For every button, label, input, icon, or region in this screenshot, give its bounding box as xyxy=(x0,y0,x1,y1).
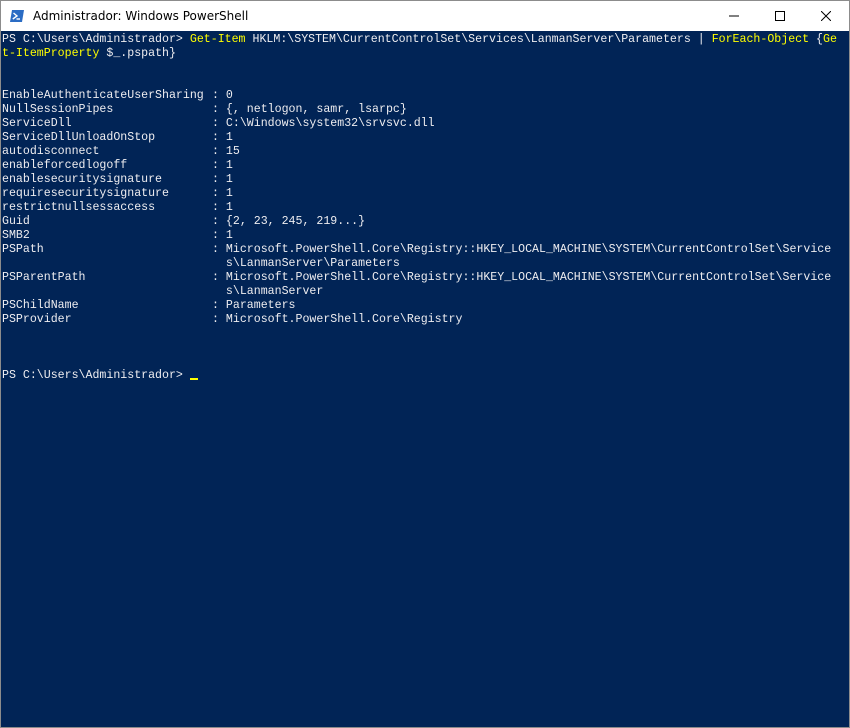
property-value: Parameters xyxy=(225,299,296,312)
output-row: PSProvider: Microsoft.PowerShell.Core\Re… xyxy=(2,313,462,327)
maximize-button[interactable] xyxy=(757,1,803,31)
separator: : xyxy=(212,173,226,186)
property-name: ServiceDll xyxy=(2,117,72,130)
separator: : xyxy=(212,145,226,158)
title-bar[interactable]: Administrador: Windows PowerShell xyxy=(1,1,849,31)
property-name: restrictnullsessaccess xyxy=(2,201,156,214)
brace-open: { xyxy=(809,33,824,46)
command-argument: HKLM:\SYSTEM\CurrentControlSet\Services\… xyxy=(245,33,712,46)
property-name: NullSessionPipes xyxy=(2,103,114,116)
property-value: {, netlogon, samr, lsarpc} xyxy=(225,103,407,116)
property-value-wrap: s\LanmanServer\Parameters xyxy=(225,257,400,270)
property-value: Microsoft.PowerShell.Core\Registry::HKEY… xyxy=(225,243,832,256)
output-row: PSParentPath: Microsoft.PowerShell.Core\… xyxy=(2,271,831,285)
maximize-icon xyxy=(775,11,785,21)
output-row: enableforcedlogoff: 1 xyxy=(2,159,233,173)
property-value: 1 xyxy=(225,131,233,144)
separator: : xyxy=(212,313,226,326)
cmdlet-get-itemproperty-part2: t-ItemProperty xyxy=(2,47,100,60)
prompt: PS C:\Users\Administrador> xyxy=(2,33,190,46)
property-name: Guid xyxy=(2,215,30,228)
output-row: enablesecuritysignature: 1 xyxy=(2,173,233,187)
property-name: ServiceDllUnloadOnStop xyxy=(2,131,156,144)
output-row: PSChildName: Parameters xyxy=(2,299,296,313)
output-row: requiresecuritysignature: 1 xyxy=(2,187,233,201)
separator: : xyxy=(212,131,226,144)
close-icon xyxy=(821,11,831,21)
property-value: 1 xyxy=(225,159,233,172)
separator: : xyxy=(212,159,226,172)
property-value-wrap: s\LanmanServer xyxy=(225,285,324,298)
property-name: enableforcedlogoff xyxy=(2,159,128,172)
cmdlet-foreach-object: ForEach-Object xyxy=(711,33,810,46)
property-name: requiresecuritysignature xyxy=(2,187,169,200)
pipeline-variable: $_ xyxy=(99,47,121,60)
minimize-icon xyxy=(729,15,739,17)
property-value: 1 xyxy=(225,187,233,200)
command-line: PS C:\Users\Administrador> Get-Item HKLM… xyxy=(2,33,837,47)
output-row: SMB2: 1 xyxy=(2,229,233,243)
separator: : xyxy=(212,103,226,116)
final-prompt-line: PS C:\Users\Administrador> xyxy=(2,369,198,383)
window-title: Administrador: Windows PowerShell xyxy=(33,9,249,23)
property-value: C:\Windows\system32\srvsvc.dll xyxy=(225,117,435,130)
console-area[interactable]: PS C:\Users\Administrador> Get-Item HKLM… xyxy=(1,31,849,727)
close-button[interactable] xyxy=(803,1,849,31)
property-name: PSParentPath xyxy=(2,271,86,284)
cmdlet-get-itemproperty-part1: Ge xyxy=(823,33,837,46)
property-value: 15 xyxy=(225,145,240,158)
property-name: PSPath xyxy=(2,243,44,256)
output-row: ServiceDll: C:\Windows\system32\srvsvc.d… xyxy=(2,117,435,131)
minimize-button[interactable] xyxy=(711,1,757,31)
property-value: 0 xyxy=(225,89,233,102)
output-row: PSPath: Microsoft.PowerShell.Core\Regist… xyxy=(2,243,831,257)
property-name: SMB2 xyxy=(2,229,30,242)
output-row-wrap: s\LanmanServer\Parameters xyxy=(2,257,400,271)
output-row: Guid: {2, 23, 245, 219...} xyxy=(2,215,365,229)
separator: : xyxy=(212,229,226,242)
output-row: ServiceDllUnloadOnStop: 1 xyxy=(2,131,233,145)
command-line-wrap: t-ItemProperty $_.pspath} xyxy=(2,47,176,61)
wrap-indent-sep xyxy=(212,257,226,270)
output-row: EnableAuthenticateUserSharing: 0 xyxy=(2,89,233,103)
property-name: autodisconnect xyxy=(2,145,100,158)
property-name: enablesecuritysignature xyxy=(2,173,163,186)
separator: : xyxy=(212,299,226,312)
separator: : xyxy=(212,215,226,228)
separator: : xyxy=(212,201,226,214)
output-row: NullSessionPipes: {, netlogon, samr, lsa… xyxy=(2,103,407,117)
property-value: {2, 23, 245, 219...} xyxy=(225,215,366,228)
separator: : xyxy=(212,187,226,200)
property-value: Microsoft.PowerShell.Core\Registry xyxy=(225,313,463,326)
property-value: Microsoft.PowerShell.Core\Registry::HKEY… xyxy=(225,271,832,284)
powershell-icon xyxy=(9,8,25,24)
property-value: 1 xyxy=(225,201,233,214)
output-row: restrictnullsessaccess: 1 xyxy=(2,201,233,215)
separator: : xyxy=(212,271,226,284)
powershell-window: Administrador: Windows PowerShell PS C:\… xyxy=(0,0,850,728)
separator: : xyxy=(212,243,226,256)
text-cursor xyxy=(189,378,198,380)
property-name: PSChildName xyxy=(2,299,79,312)
output-row: autodisconnect: 15 xyxy=(2,145,240,159)
wrap-indent-sep xyxy=(212,285,226,298)
member-access: .pspath} xyxy=(120,47,176,60)
cmdlet-get-item: Get-Item xyxy=(189,33,246,46)
separator: : xyxy=(212,117,226,130)
output-row-wrap: s\LanmanServer xyxy=(2,285,323,299)
property-value: 1 xyxy=(225,229,233,242)
final-prompt: PS C:\Users\Administrador> xyxy=(2,369,190,382)
separator: : xyxy=(212,89,226,102)
property-value: 1 xyxy=(225,173,233,186)
property-name: PSProvider xyxy=(2,313,72,326)
property-name: EnableAuthenticateUserSharing xyxy=(2,89,204,102)
